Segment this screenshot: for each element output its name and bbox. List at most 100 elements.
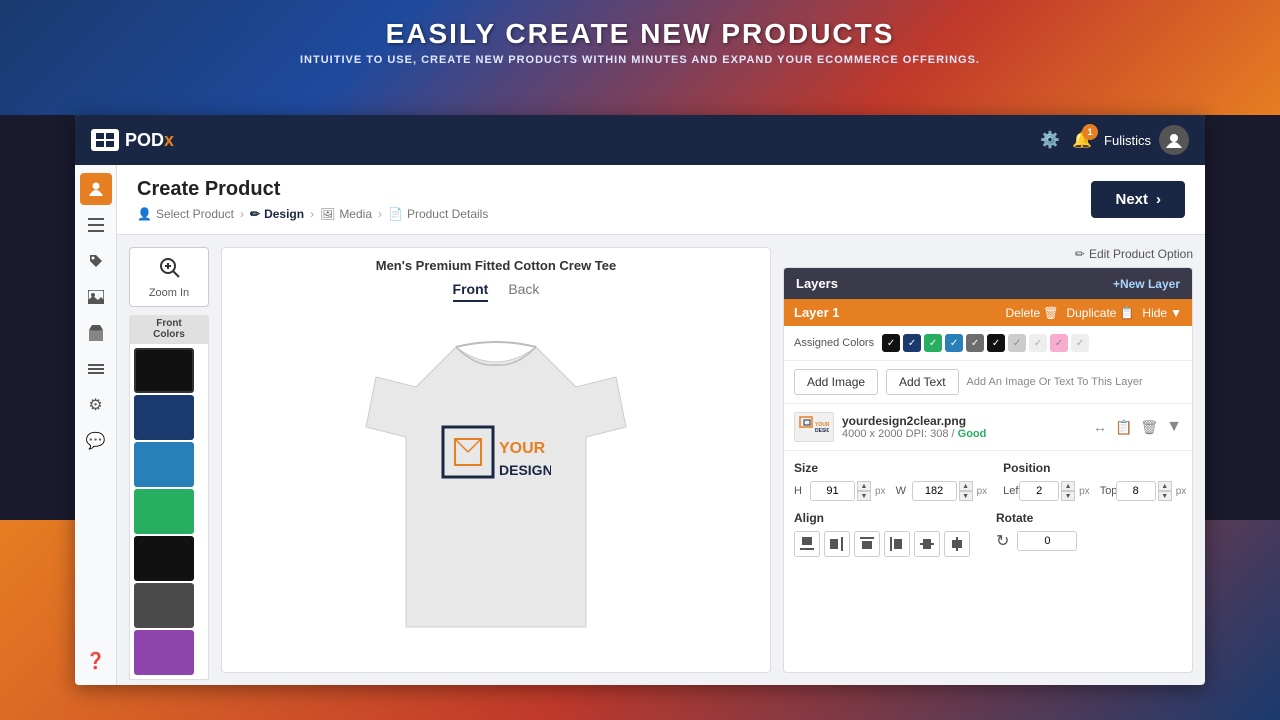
file-expand-icon[interactable]: ▼: [1166, 418, 1182, 436]
file-item: YOUR DESIGN yourdesign2clear.png 4000 x …: [784, 404, 1192, 451]
duplicate-layer-button[interactable]: Duplicate 📋: [1066, 306, 1134, 320]
sidebar-item-menu[interactable]: [80, 209, 112, 241]
align-bottom-button[interactable]: [794, 531, 820, 557]
left-panel: Zoom In Front Colors: [129, 247, 209, 673]
color-check-9[interactable]: ✓: [1050, 334, 1068, 352]
breadcrumb-select-product[interactable]: 👤 Select Product: [137, 207, 234, 221]
align-center-v-button[interactable]: [944, 531, 970, 557]
file-meta: 4000 x 2000 DPI: 308 / Good: [842, 428, 1085, 440]
breadcrumb-sep-1: ›: [240, 207, 244, 221]
sidebar-item-bar[interactable]: [80, 353, 112, 385]
breadcrumb-product-details[interactable]: 📄 Product Details: [388, 207, 488, 221]
color-swatch-green[interactable]: [134, 489, 194, 534]
sidebar: ⚙ 💬 ❓: [75, 165, 117, 685]
assigned-colors-row: Assigned Colors ✓ ✓ ✓ ✓ ✓ ✓ ✓ ✓ ✓: [784, 326, 1192, 361]
product-area: Zoom In Front Colors: [117, 235, 1205, 685]
delete-file-icon[interactable]: 🗑: [1140, 419, 1158, 436]
copy-icon[interactable]: 📋: [1115, 419, 1132, 436]
align-title: Align: [794, 511, 980, 525]
color-swatch-darkgray[interactable]: [134, 583, 194, 628]
color-check-7[interactable]: ✓: [1008, 334, 1026, 352]
svg-text:DESIGN: DESIGN: [815, 428, 829, 434]
color-swatch-blue[interactable]: [134, 442, 194, 487]
tab-front[interactable]: Front: [453, 281, 489, 302]
left-input[interactable]: [1019, 481, 1059, 501]
new-layer-button[interactable]: +New Layer: [1113, 277, 1180, 291]
notification-badge: 1: [1082, 124, 1098, 140]
breadcrumb: 👤 Select Product › ✏ Design › 🖼 Media: [137, 207, 488, 221]
layers-header: Layers +New Layer: [784, 268, 1192, 299]
select-product-icon: 👤: [137, 207, 152, 221]
add-image-button[interactable]: Add Image: [794, 369, 878, 395]
delete-layer-button[interactable]: Delete 🗑: [1006, 306, 1059, 320]
sidebar-item-tag[interactable]: [80, 245, 112, 277]
top-input[interactable]: [1116, 481, 1156, 501]
breadcrumb-media[interactable]: 🖼 Media: [320, 207, 372, 221]
w-spin-down[interactable]: ▼: [959, 491, 973, 501]
sidebar-item-settings[interactable]: ⚙: [80, 389, 112, 421]
color-check-8[interactable]: ✓: [1029, 334, 1047, 352]
color-checks-group: ✓ ✓ ✓ ✓ ✓ ✓ ✓ ✓ ✓ ✓: [882, 334, 1089, 352]
color-check-2[interactable]: ✓: [903, 334, 921, 352]
notifications[interactable]: 🔔 1: [1072, 130, 1092, 150]
w-spin-up[interactable]: ▲: [959, 481, 973, 491]
rotate-icon[interactable]: ↻: [996, 531, 1009, 551]
top-label: Top: [1100, 485, 1112, 497]
user-area[interactable]: Fulistics: [1104, 125, 1189, 155]
left-spinner[interactable]: ▲ ▼: [1061, 481, 1075, 501]
add-text-button[interactable]: Add Text: [886, 369, 958, 395]
left-unit: px: [1079, 486, 1090, 497]
sidebar-item-product[interactable]: [80, 317, 112, 349]
w-spinner[interactable]: ▲ ▼: [959, 481, 973, 501]
color-check-3[interactable]: ✓: [924, 334, 942, 352]
h-spin-down[interactable]: ▼: [857, 491, 871, 501]
color-swatch-navy[interactable]: [134, 395, 194, 440]
color-check-10[interactable]: ✓: [1071, 334, 1089, 352]
next-button[interactable]: Next ›: [1091, 181, 1185, 218]
replace-icon[interactable]: ↔: [1093, 419, 1107, 436]
h-spin-up[interactable]: ▲: [857, 481, 871, 491]
shirt-image-area: YOUR DESIGN: [232, 312, 760, 662]
color-check-6[interactable]: ✓: [987, 334, 1005, 352]
user-name: Fulistics: [1104, 133, 1151, 148]
hide-layer-button[interactable]: Hide ▼: [1142, 306, 1182, 320]
sidebar-item-help[interactable]: ❓: [80, 645, 112, 677]
w-input[interactable]: [912, 481, 957, 501]
settings-icon[interactable]: ⚙️: [1040, 130, 1060, 150]
align-center-h-button[interactable]: [914, 531, 940, 557]
h-input[interactable]: [810, 481, 855, 501]
top-spin-down[interactable]: ▼: [1158, 491, 1172, 501]
color-check-4[interactable]: ✓: [945, 334, 963, 352]
align-top-button[interactable]: [854, 531, 880, 557]
color-swatch-black1[interactable]: [134, 348, 194, 393]
h-input-group: ▲ ▼: [810, 481, 871, 501]
layer-1-name: Layer 1: [794, 305, 840, 320]
tab-back[interactable]: Back: [508, 281, 539, 302]
top-spinner[interactable]: ▲ ▼: [1158, 481, 1172, 501]
w-unit: px: [977, 486, 988, 497]
sidebar-item-image[interactable]: [80, 281, 112, 313]
color-swatch-purple[interactable]: [134, 630, 194, 675]
left-spin-up[interactable]: ▲: [1061, 481, 1075, 491]
left-spin-down[interactable]: ▼: [1061, 491, 1075, 501]
page-header: Create Product 👤 Select Product › ✏ Desi…: [117, 165, 1205, 235]
top-spin-up[interactable]: ▲: [1158, 481, 1172, 491]
h-spinner[interactable]: ▲ ▼: [857, 481, 871, 501]
color-check-5[interactable]: ✓: [966, 334, 984, 352]
breadcrumb-design[interactable]: ✏ Design: [250, 207, 304, 221]
h-unit: px: [875, 486, 886, 497]
align-section: Align: [794, 511, 980, 557]
app-container: PODx ⚙️ 🔔 1 Fulistics: [75, 115, 1205, 685]
align-left-button[interactable]: [884, 531, 910, 557]
layers-panel: Layers +New Layer Layer 1 Delete 🗑: [783, 267, 1193, 673]
edit-product-option-button[interactable]: ✏ Edit Product Option: [783, 247, 1193, 261]
rotate-input[interactable]: [1017, 531, 1077, 551]
sidebar-item-chat[interactable]: 💬: [80, 425, 112, 457]
color-check-1[interactable]: ✓: [882, 334, 900, 352]
size-row: H ▲ ▼ px W: [794, 481, 987, 501]
color-swatch-black2[interactable]: [134, 536, 194, 581]
zoom-in-button[interactable]: Zoom In: [129, 247, 209, 307]
sidebar-item-profile[interactable]: [80, 173, 112, 205]
align-buttons: [794, 531, 980, 557]
align-right-button[interactable]: [824, 531, 850, 557]
